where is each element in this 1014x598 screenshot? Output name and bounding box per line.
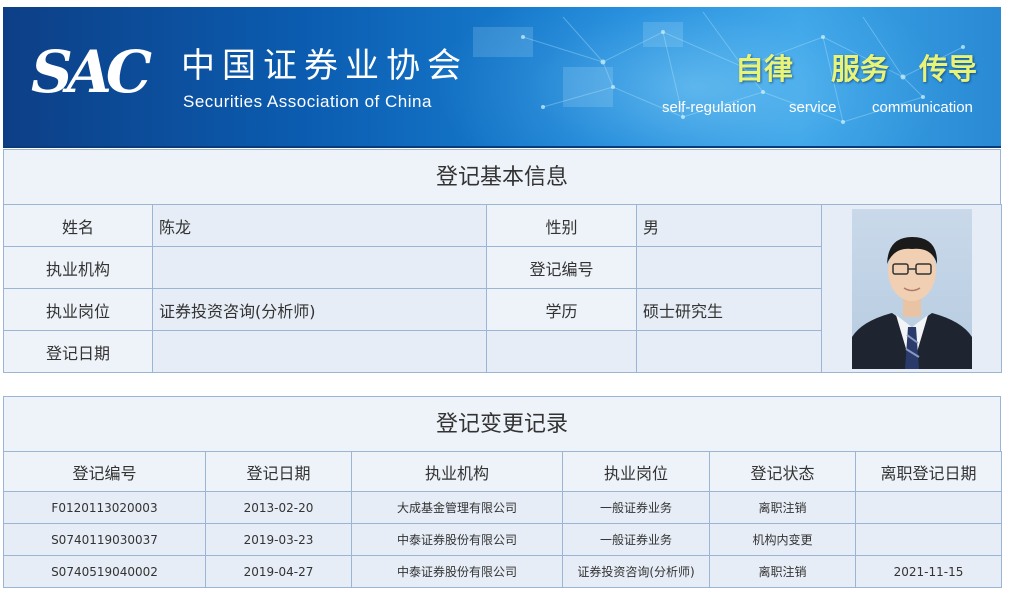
cell-org: 中泰证券股份有限公司: [351, 555, 563, 588]
cell-reg-date: 2013-02-20: [205, 491, 352, 524]
slogan-self-regulation-cn: 自律: [735, 52, 794, 86]
slogan-self-regulation-en: self-regulation: [662, 99, 757, 116]
cell-reg-date: 2019-04-27: [205, 555, 352, 588]
cell-reg-no: F0120113020003: [3, 491, 206, 524]
empty-cell: [636, 330, 822, 373]
cell-position: 一般证券业务: [562, 523, 710, 556]
cell-leave-date: 2021-11-15: [855, 555, 1002, 588]
slogan-service-en: service: [789, 99, 837, 116]
table-row: F0120113020003 2013-02-20 大成基金管理有限公司 一般证…: [3, 491, 1002, 524]
cell-position: 证券投资咨询(分析师): [562, 555, 710, 588]
reg-date-value: [152, 330, 487, 373]
position-label: 执业岗位: [3, 288, 153, 331]
gender-value: 男: [636, 204, 822, 247]
position-value: 证券投资咨询(分析师): [152, 288, 487, 331]
slogan-communication-en: communication: [872, 99, 973, 116]
banner-divider: [3, 146, 1001, 148]
person-photo-icon: [851, 208, 972, 369]
slogan-service-cn: 服务: [831, 52, 890, 86]
cell-org: 中泰证券股份有限公司: [351, 523, 563, 556]
name-label: 姓名: [3, 204, 153, 247]
org-value: [152, 246, 487, 289]
reg-no-value: [636, 246, 822, 289]
table-header-row: 登记编号 登记日期 执业机构 执业岗位 登记状态 离职登记日期: [3, 451, 1002, 492]
photo-cell: [821, 204, 1002, 373]
cell-org: 大成基金管理有限公司: [351, 491, 563, 524]
column-header-reg-no: 登记编号: [3, 451, 206, 492]
cell-leave-date: [855, 491, 1002, 524]
change-records-panel: 登记变更记录 登记编号 登记日期 执业机构 执业岗位 登记状态 离职登记日期 F…: [3, 396, 1002, 588]
cell-reg-no: S0740119030037: [3, 523, 206, 556]
basic-info-panel: 登记基本信息 姓名 陈龙 性别 男 执业机构 登记编号 执业岗位 证券投资咨询(…: [3, 149, 1002, 373]
reg-date-label: 登记日期: [3, 330, 153, 373]
table-row: S0740519040002 2019-04-27 中泰证券股份有限公司 证券投…: [3, 555, 1002, 588]
cell-reg-no: S0740519040002: [3, 555, 206, 588]
cell-position: 一般证券业务: [562, 491, 710, 524]
association-name-cn: 中国证券业协会: [181, 46, 468, 86]
gender-label: 性别: [486, 204, 637, 247]
cell-leave-date: [855, 523, 1002, 556]
header-banner: SAC 中国证券业协会 Securities Association of Ch…: [3, 7, 1001, 146]
basic-info-table: 姓名 陈龙 性别 男 执业机构 登记编号 执业岗位 证券投资咨询(分析师) 学历…: [3, 204, 1002, 373]
slogan-communication-cn: 传导: [919, 52, 978, 86]
info-row: 姓名 陈龙 性别 男: [3, 204, 1002, 373]
cell-status: 机构内变更: [709, 523, 856, 556]
name-value: 陈龙: [152, 204, 487, 247]
education-value: 硕士研究生: [636, 288, 822, 331]
column-header-leave-date: 离职登记日期: [855, 451, 1002, 492]
cell-reg-date: 2019-03-23: [205, 523, 352, 556]
org-label: 执业机构: [3, 246, 153, 289]
empty-cell: [486, 330, 637, 373]
sac-logo: SAC: [31, 38, 152, 106]
table-row: S0740119030037 2019-03-23 中泰证券股份有限公司 一般证…: [3, 523, 1002, 556]
column-header-org: 执业机构: [351, 451, 563, 492]
cell-status: 离职注销: [709, 555, 856, 588]
cell-status: 离职注销: [709, 491, 856, 524]
basic-info-title: 登记基本信息: [3, 149, 1001, 204]
education-label: 学历: [486, 288, 637, 331]
column-header-status: 登记状态: [709, 451, 856, 492]
reg-no-label: 登记编号: [486, 246, 637, 289]
column-header-reg-date: 登记日期: [205, 451, 352, 492]
column-header-position: 执业岗位: [562, 451, 710, 492]
association-name-en: Securities Association of China: [183, 92, 432, 111]
change-records-table: 登记编号 登记日期 执业机构 执业岗位 登记状态 离职登记日期 F0120113…: [3, 451, 1002, 588]
change-records-title: 登记变更记录: [3, 396, 1001, 451]
